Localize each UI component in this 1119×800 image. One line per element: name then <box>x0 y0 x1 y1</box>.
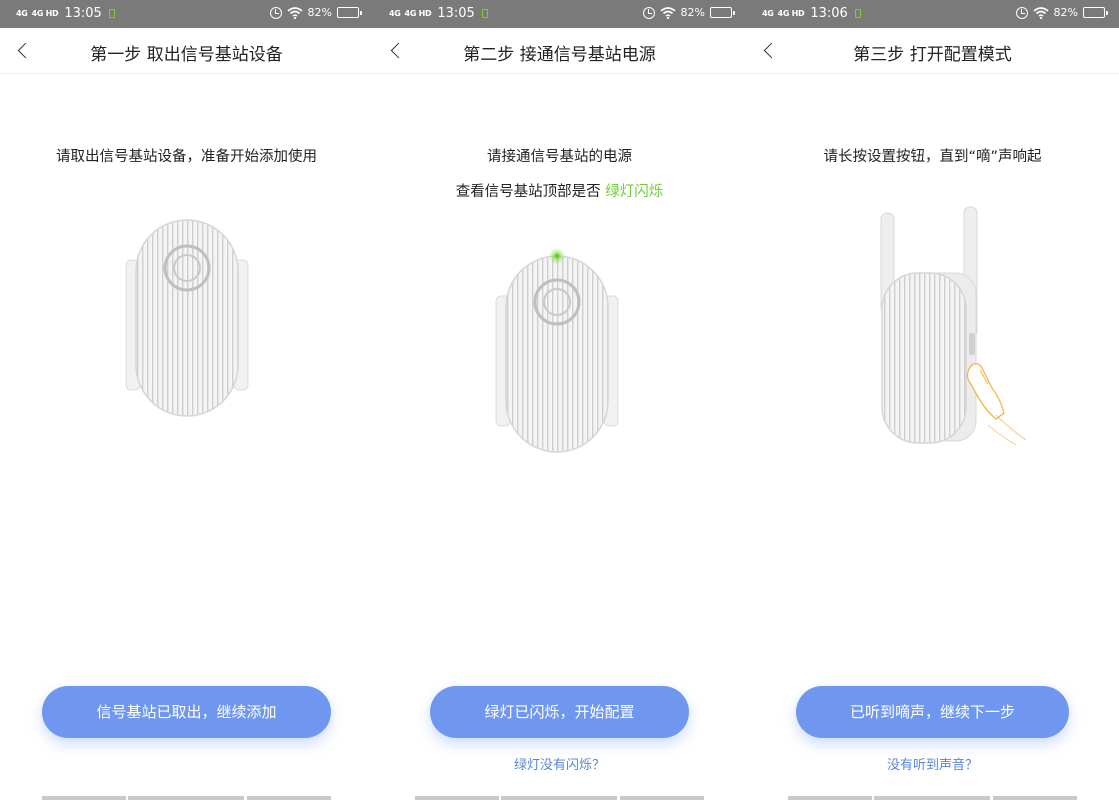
battery-percent: 82% <box>1053 6 1078 19</box>
continue-next-step-button[interactable]: 已听到嘀声，继续下一步 <box>796 686 1069 738</box>
signal-icon: 4G <box>389 8 401 18</box>
status-bar: 4G 4G HD 13:05 82% <box>373 0 746 28</box>
status-bar: 4G 4G HD 13:06 82% <box>746 0 1119 28</box>
status-time: 13:06 <box>810 6 848 21</box>
page-title: 第三步 打开配置模式 <box>853 45 1012 65</box>
battery-percent: 82% <box>307 6 332 19</box>
alarm-icon <box>269 6 282 19</box>
bottom-tab-indicator <box>0 796 373 800</box>
instruction-text: 请取出信号基站设备，准备开始添加使用 <box>56 149 317 165</box>
signal-icon: 4G <box>16 8 28 18</box>
instruction-prefix: 查看信号基站顶部是否 <box>455 184 601 200</box>
signal-icon-2: 4G HD <box>404 8 432 18</box>
page-title: 第一步 取出信号基站设备 <box>90 45 283 65</box>
step-2-screen: 4G 4G HD 13:05 82% 第二步 接通信号基站电源 请接通信号基站的… <box>373 0 746 800</box>
instruction-text-2: 查看信号基站顶部是否 绿灯闪烁 <box>373 180 746 201</box>
notification-dot-icon <box>854 9 861 18</box>
wifi-icon <box>287 6 303 19</box>
signal-base-station-with-antennas-image <box>880 206 1027 446</box>
page-title: 第二步 接通信号基站电源 <box>463 45 656 65</box>
instruction-text: 请长按设置按钮，直到“嘀”声响起 <box>823 149 1042 165</box>
signal-icon-2: 4G HD <box>31 8 59 18</box>
battery-percent: 82% <box>680 6 705 19</box>
signal-icon: 4G <box>762 8 774 18</box>
no-sound-heard-link[interactable]: 没有听到声音？ <box>746 754 1119 773</box>
start-config-button[interactable]: 绿灯已闪烁，开始配置 <box>430 686 689 738</box>
step-3-screen: 4G 4G HD 13:06 82% 第三步 打开配置模式 请长按设置按钮，直到… <box>746 0 1119 800</box>
continue-add-button[interactable]: 信号基站已取出，继续添加 <box>42 686 331 738</box>
green-light-not-flashing-link[interactable]: 绿灯没有闪烁？ <box>373 754 746 773</box>
battery-icon <box>337 7 362 18</box>
instruction-text: 请接通信号基站的电源 <box>487 149 632 165</box>
notification-dot-icon <box>481 9 488 18</box>
green-light-highlight: 绿灯闪烁 <box>605 184 664 200</box>
bottom-tab-indicator <box>373 796 746 800</box>
signal-base-station-image <box>125 219 249 417</box>
status-time: 13:05 <box>64 6 102 21</box>
bottom-tab-indicator <box>746 796 1119 800</box>
nav-header: 第二步 接通信号基站电源 <box>373 28 746 74</box>
signal-base-station-image <box>495 248 619 453</box>
signal-icon-2: 4G HD <box>777 8 805 18</box>
battery-icon <box>1083 7 1108 18</box>
nav-header: 第一步 取出信号基站设备 <box>0 28 373 74</box>
status-time: 13:05 <box>437 6 475 21</box>
wifi-icon <box>1033 6 1049 19</box>
alarm-icon <box>642 6 655 19</box>
status-bar: 4G 4G HD 13:05 82% <box>0 0 373 28</box>
step-1-screen: 4G 4G HD 13:05 82% 第一步 取出信号基站设备 请取出信号基站设… <box>0 0 373 800</box>
battery-icon <box>710 7 735 18</box>
alarm-icon <box>1015 6 1028 19</box>
wifi-icon <box>660 6 676 19</box>
nav-header: 第三步 打开配置模式 <box>746 28 1119 74</box>
notification-dot-icon <box>108 9 115 18</box>
